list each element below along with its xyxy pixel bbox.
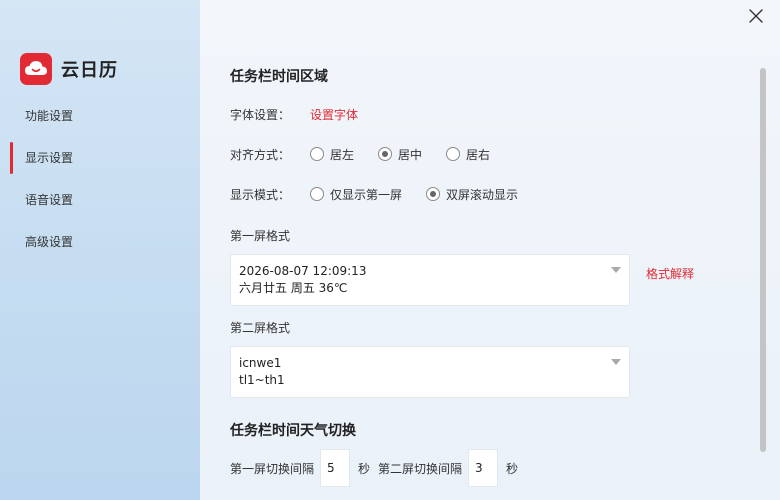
first-interval-label: 第一屏切换间隔 [230, 461, 315, 476]
format-line: tl1~th1 [239, 373, 285, 387]
align-label: 对齐方式： [230, 147, 291, 162]
set-font-link[interactable]: 设置字体 [310, 106, 358, 123]
second-screen-format-select[interactable]: icnwe1 tl1~th1 [230, 346, 630, 398]
close-button[interactable] [746, 6, 766, 26]
first-interval-unit: 秒 [358, 461, 371, 476]
sidebar-item-label: 语音设置 [25, 193, 74, 207]
align-left-radio[interactable]: 居左 [310, 146, 354, 163]
second-interval-label: 第二屏切换间隔 [378, 461, 463, 476]
first-screen-format-select[interactable]: 2026-08-07 12:09:13 六月廿五 周五 36℃ [230, 254, 630, 306]
second-interval-unit: 秒 [506, 461, 519, 476]
display-mode-row: 显示模式： 仅显示第一屏 双屏滚动显示 [230, 184, 542, 204]
app-logo: 云日历 [20, 53, 118, 85]
radio-circle [426, 187, 441, 201]
radio-label: 仅显示第一屏 [330, 187, 403, 202]
sidebar-nav: 功能设置 显示设置 语音设置 高级设置 [0, 95, 200, 263]
app-title: 云日历 [61, 60, 118, 81]
switch-interval-row: 第一屏切换间隔 秒 第二屏切换间隔 秒 [230, 449, 518, 487]
single-screen-radio[interactable]: 仅显示第一屏 [310, 186, 402, 203]
radio-label: 居左 [330, 147, 355, 162]
sidebar-item-voice-settings[interactable]: 语音设置 [0, 179, 200, 221]
radio-label: 居中 [398, 147, 423, 162]
scrollbar[interactable] [760, 68, 766, 452]
sidebar: 云日历 功能设置 显示设置 语音设置 高级设置 [0, 0, 200, 500]
format-line: 2026-08-07 12:09:13 [239, 264, 367, 278]
radio-circle [446, 147, 461, 161]
display-mode-label: 显示模式： [230, 187, 291, 202]
radio-circle [310, 147, 324, 161]
close-icon [749, 9, 763, 23]
format-line: icnwe1 [239, 356, 282, 370]
sidebar-item-label: 功能设置 [25, 109, 74, 123]
sidebar-item-label: 高级设置 [25, 235, 74, 249]
second-screen-format-label: 第二屏格式 [230, 321, 291, 335]
align-center-radio[interactable]: 居中 [378, 146, 422, 163]
align-row: 对齐方式： 居左 居中 居右 [230, 144, 514, 164]
format-help-link[interactable]: 格式解释 [646, 265, 694, 282]
first-interval-input[interactable] [320, 449, 351, 487]
second-interval-input[interactable] [468, 449, 499, 487]
dual-screen-radio[interactable]: 双屏滚动显示 [426, 186, 518, 203]
radio-label: 居右 [466, 147, 491, 162]
sidebar-item-function-settings[interactable]: 功能设置 [0, 95, 200, 137]
sidebar-item-advanced-settings[interactable]: 高级设置 [0, 221, 200, 263]
sidebar-item-display-settings[interactable]: 显示设置 [0, 137, 200, 179]
taskbar-time-section-title: 任务栏时间区域 [230, 69, 328, 85]
font-setting-label: 字体设置： [230, 107, 291, 122]
radio-circle [310, 187, 324, 201]
cloud-calendar-icon [20, 53, 52, 85]
weather-switch-section-title: 任务栏时间天气切换 [230, 423, 356, 439]
settings-panel: 任务栏时间区域 字体设置： 设置字体 对齐方式： 居左 居中 居右 显示模式： … [200, 0, 780, 500]
font-setting-row: 字体设置： 设置字体 [230, 104, 358, 124]
radio-label: 双屏滚动显示 [446, 187, 519, 202]
dropdown-arrow-icon[interactable] [611, 267, 621, 273]
first-screen-format-label: 第一屏格式 [230, 229, 291, 243]
align-right-radio[interactable]: 居右 [446, 146, 490, 163]
format-line: 六月廿五 周五 36℃ [239, 281, 348, 295]
dropdown-arrow-icon[interactable] [611, 359, 621, 365]
sidebar-item-label: 显示设置 [25, 151, 74, 165]
radio-circle [378, 147, 393, 161]
